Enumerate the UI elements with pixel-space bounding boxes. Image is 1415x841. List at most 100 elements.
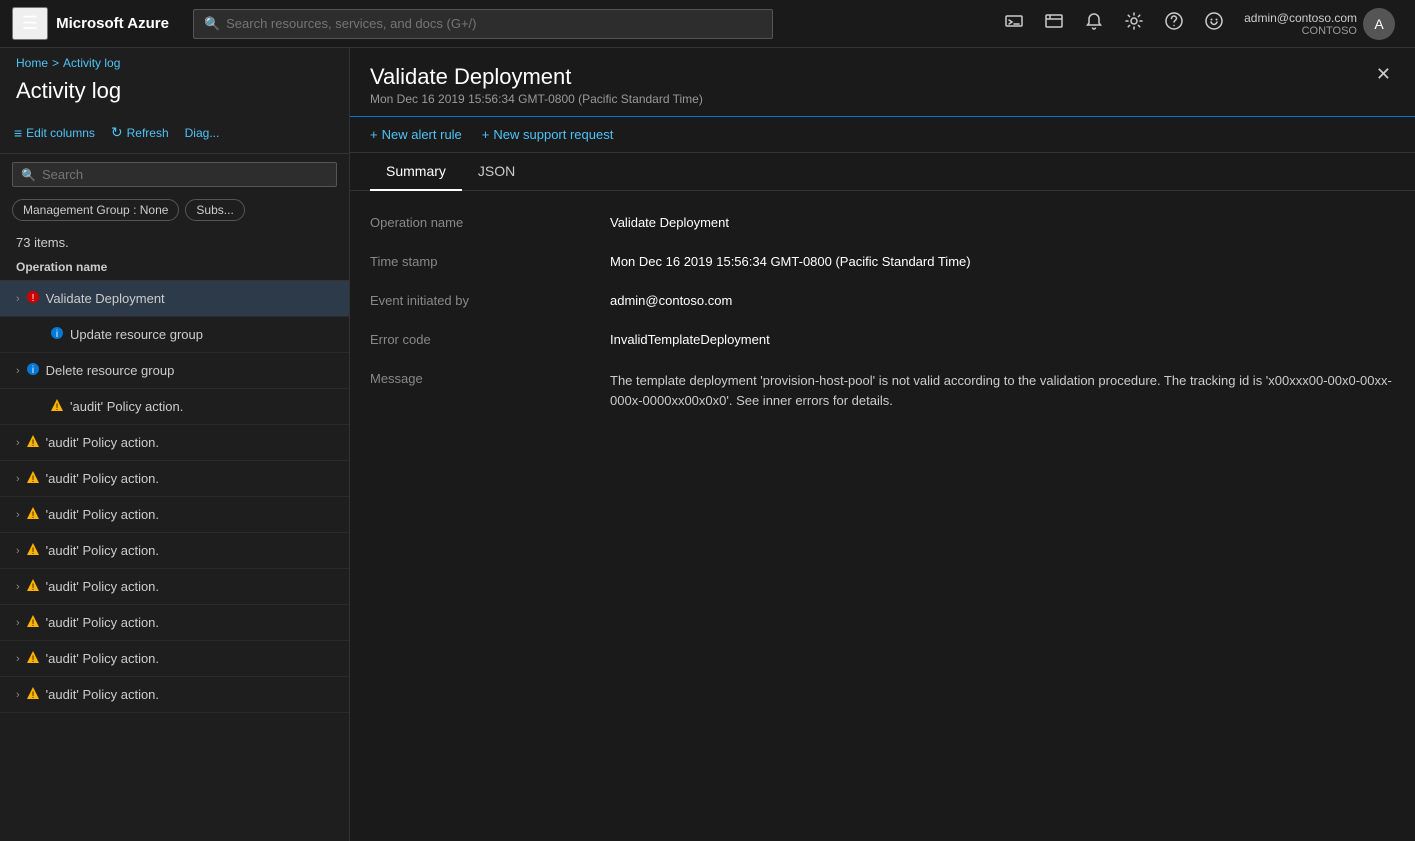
hamburger-menu-button[interactable]: ☰ — [12, 7, 48, 40]
svg-text:!: ! — [31, 510, 34, 520]
list-item-text: 'audit' Policy action. — [46, 435, 159, 450]
svg-text:!: ! — [31, 618, 34, 628]
settings-button[interactable] — [1116, 7, 1152, 40]
detail-field-label: Error code — [370, 332, 590, 347]
svg-text:i: i — [56, 329, 58, 340]
topbar-icon-group: admin@contoso.com CONTOSO A — [996, 4, 1403, 44]
detail-field-label: Operation name — [370, 215, 590, 230]
status-icon: i — [50, 326, 64, 343]
list-item[interactable]: ›! 'audit' Policy action. — [0, 605, 349, 641]
chevron-icon: › — [16, 617, 20, 629]
search-box[interactable]: 🔍 — [12, 162, 337, 187]
list-item[interactable]: ›!'audit' Policy action. — [0, 425, 349, 461]
refresh-icon: ↻ — [111, 124, 123, 141]
list-item[interactable]: ›!'audit' Policy action. — [0, 461, 349, 497]
detail-field-label: Time stamp — [370, 254, 590, 269]
left-panel: Home > Activity log Activity log ≡ Edit … — [0, 48, 350, 841]
detail-field-value: InvalidTemplateDeployment — [610, 332, 1395, 347]
new-support-request-icon: + — [482, 127, 490, 142]
chevron-icon: › — [16, 581, 20, 593]
list-item[interactable]: ›! 'audit' Policy action. — [0, 533, 349, 569]
list-item[interactable]: ›iDelete resource group — [0, 353, 349, 389]
notifications-button[interactable] — [1076, 7, 1112, 40]
breadcrumb-home-link[interactable]: Home — [16, 56, 48, 70]
list-item[interactable]: !'audit' Policy action. — [0, 389, 349, 425]
directory-button[interactable] — [1036, 7, 1072, 40]
help-button[interactable] — [1156, 7, 1192, 40]
list-item[interactable]: ›!'audit' Policy action. — [0, 569, 349, 605]
breadcrumb-separator: > — [52, 56, 59, 70]
filter-row: Management Group : None Subs... — [0, 195, 349, 229]
status-icon: ! — [26, 506, 40, 523]
diagnostics-button[interactable]: Diag... — [179, 122, 226, 144]
list-item-text: 'audit' Policy action. — [46, 543, 159, 558]
list-item[interactable]: i Update resource group — [0, 317, 349, 353]
detail-panel: Validate Deployment Mon Dec 16 2019 15:5… — [350, 48, 1415, 841]
topbar: ☰ Microsoft Azure 🔍 admin@contoso.com CO… — [0, 0, 1415, 48]
list-item-text: Update resource group — [70, 327, 203, 342]
list-item-text: 'audit' Policy action. — [46, 615, 159, 630]
panel-toolbar: ≡ Edit columns ↻ Refresh Diag... — [0, 116, 349, 154]
status-icon: ! — [26, 650, 40, 667]
list-item[interactable]: ›!Validate Deployment — [0, 281, 349, 317]
list-item-text: 'audit' Policy action. — [46, 471, 159, 486]
chevron-icon: › — [16, 509, 20, 521]
main-layout: Home > Activity log Activity log ≡ Edit … — [0, 48, 1415, 841]
list-container: ›!Validate DeploymentiUpdate resource gr… — [0, 281, 349, 841]
feedback-button[interactable] — [1196, 7, 1232, 40]
chevron-icon: › — [16, 653, 20, 665]
edit-columns-icon: ≡ — [14, 125, 22, 141]
global-search-input[interactable] — [226, 16, 762, 31]
list-item-text: 'audit' Policy action. — [46, 507, 159, 522]
chevron-icon: › — [16, 293, 20, 305]
tab-json[interactable]: JSON — [462, 153, 531, 191]
status-icon: ! — [26, 614, 40, 631]
detail-subtitle: Mon Dec 16 2019 15:56:34 GMT-0800 (Pacif… — [370, 92, 1395, 106]
detail-content: Operation nameValidate Deployment Time st… — [350, 191, 1415, 841]
refresh-button[interactable]: ↻ Refresh — [105, 120, 175, 145]
search-icon: 🔍 — [204, 16, 220, 32]
items-count: 73 items. — [0, 229, 349, 254]
cloud-shell-button[interactable] — [996, 7, 1032, 40]
list-item[interactable]: ›! 'audit' Policy action. — [0, 497, 349, 533]
list-item-text: Validate Deployment — [46, 291, 165, 306]
detail-header: Validate Deployment Mon Dec 16 2019 15:5… — [350, 48, 1415, 117]
new-alert-rule-label: New alert rule — [382, 127, 462, 142]
chevron-icon: › — [16, 545, 20, 557]
breadcrumb: Home > Activity log — [0, 48, 349, 74]
status-icon: ! — [26, 434, 40, 451]
status-icon: ! — [26, 542, 40, 559]
list-item-text: Delete resource group — [46, 363, 175, 378]
status-icon: ! — [50, 398, 64, 415]
detail-toolbar: + New alert rule + New support request — [350, 117, 1415, 153]
tab-summary[interactable]: Summary — [370, 153, 462, 191]
svg-text:!: ! — [31, 546, 34, 556]
status-icon: ! — [26, 470, 40, 487]
breadcrumb-current: Activity log — [63, 56, 120, 70]
diag-label: Diag... — [185, 126, 220, 140]
status-icon: i — [26, 362, 40, 379]
list-item-text: 'audit' Policy action. — [46, 687, 159, 702]
detail-row: Event initiated byadmin@contoso.com — [370, 293, 1395, 308]
azure-logo: Microsoft Azure — [56, 15, 169, 32]
global-search-box[interactable]: 🔍 — [193, 9, 773, 39]
new-support-request-label: New support request — [493, 127, 613, 142]
search-icon: 🔍 — [21, 168, 36, 182]
list-item[interactable]: ›!'audit' Policy action. — [0, 641, 349, 677]
subscription-filter[interactable]: Subs... — [185, 199, 244, 221]
list-item[interactable]: ›!'audit' Policy action. — [0, 677, 349, 713]
new-alert-rule-button[interactable]: + New alert rule — [370, 127, 462, 142]
list-header: Operation name — [0, 254, 349, 281]
close-detail-button[interactable]: ✕ — [1368, 60, 1399, 89]
edit-columns-button[interactable]: ≡ Edit columns — [8, 121, 101, 145]
new-support-request-button[interactable]: + New support request — [482, 127, 614, 142]
management-group-filter[interactable]: Management Group : None — [12, 199, 179, 221]
svg-text:i: i — [32, 365, 34, 376]
detail-row: Operation nameValidate Deployment — [370, 215, 1395, 230]
search-input[interactable] — [42, 167, 328, 182]
detail-row: MessageThe template deployment 'provisio… — [370, 371, 1395, 410]
list-item-text: 'audit' Policy action. — [46, 579, 159, 594]
new-alert-rule-icon: + — [370, 127, 378, 142]
detail-field-value: The template deployment 'provision-host-… — [610, 371, 1395, 410]
user-profile[interactable]: admin@contoso.com CONTOSO A — [1236, 4, 1403, 44]
